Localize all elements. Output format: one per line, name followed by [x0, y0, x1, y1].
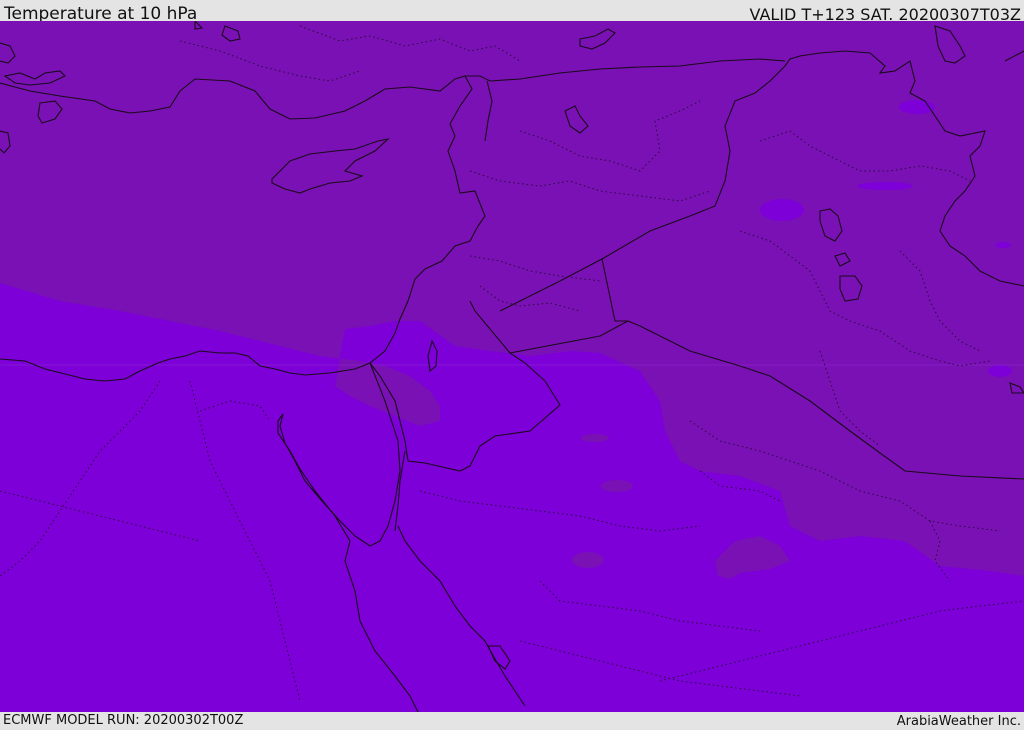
header-bar: Temperature at 10 hPa VALID T+123 SAT. 2…: [0, 0, 1024, 24]
temperature-map[interactable]: [0, 21, 1024, 712]
footer-bar: ECMWF MODEL RUN: 20200302T00Z ArabiaWeat…: [0, 712, 1024, 729]
warm-pocket: [601, 480, 633, 492]
cool-pocket: [760, 199, 804, 221]
warm-pocket: [581, 434, 609, 442]
credit-text: ArabiaWeather Inc.: [896, 714, 1021, 729]
cool-pocket: [995, 242, 1011, 248]
map-canvas: [0, 21, 1024, 712]
cool-pocket: [988, 365, 1012, 377]
cool-pocket: [857, 182, 913, 190]
model-run: ECMWF MODEL RUN: 20200302T00Z: [3, 713, 244, 728]
warm-pocket: [572, 552, 604, 568]
